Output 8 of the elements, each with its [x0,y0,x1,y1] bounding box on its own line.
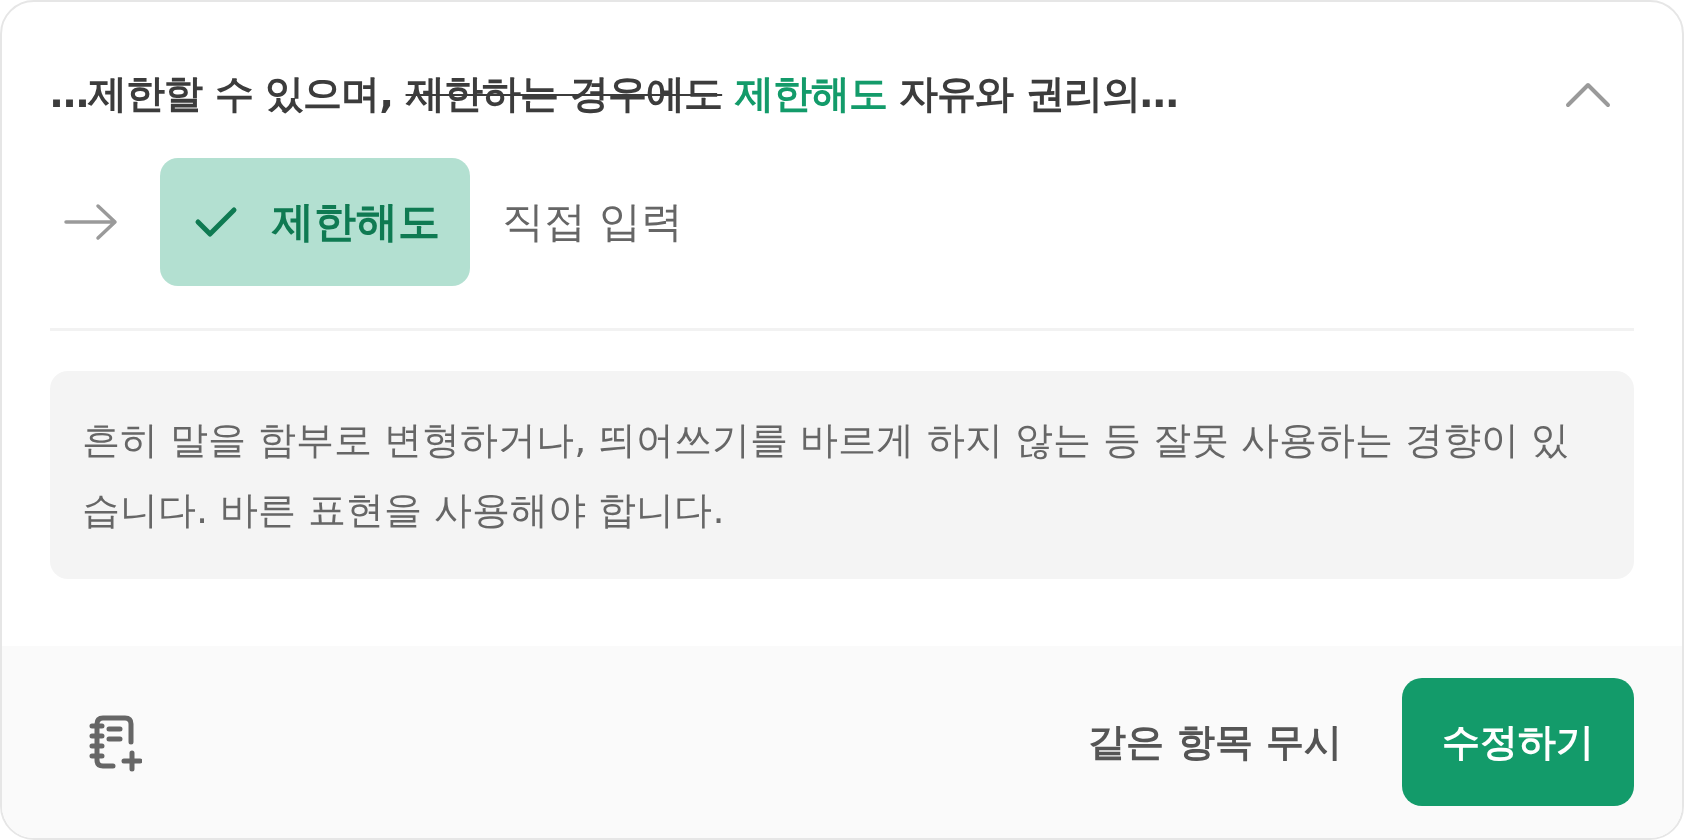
explanation-text: 흔히 말을 함부로 변형하거나, 띄어쓰기를 바르게 하지 않는 등 잘못 사용하는 경향이 있습니다. 바른 표현을 사용해야 합니다. [50,371,1634,579]
suggestion-option[interactable]: 제한해도 [160,158,470,286]
checkmark-icon [194,205,238,239]
apply-button[interactable]: 수정하기 [1402,678,1634,806]
arrow-right-icon [62,202,120,242]
suggestion-option[interactable]: 직접 입력 [502,158,684,286]
ignore-button[interactable]: 같은 항목 무시 [1057,696,1372,788]
correction-sentence: …제한할 수 있으며, 제한하는 경우에도 제한해도 자유와 권리의… [50,70,1178,118]
